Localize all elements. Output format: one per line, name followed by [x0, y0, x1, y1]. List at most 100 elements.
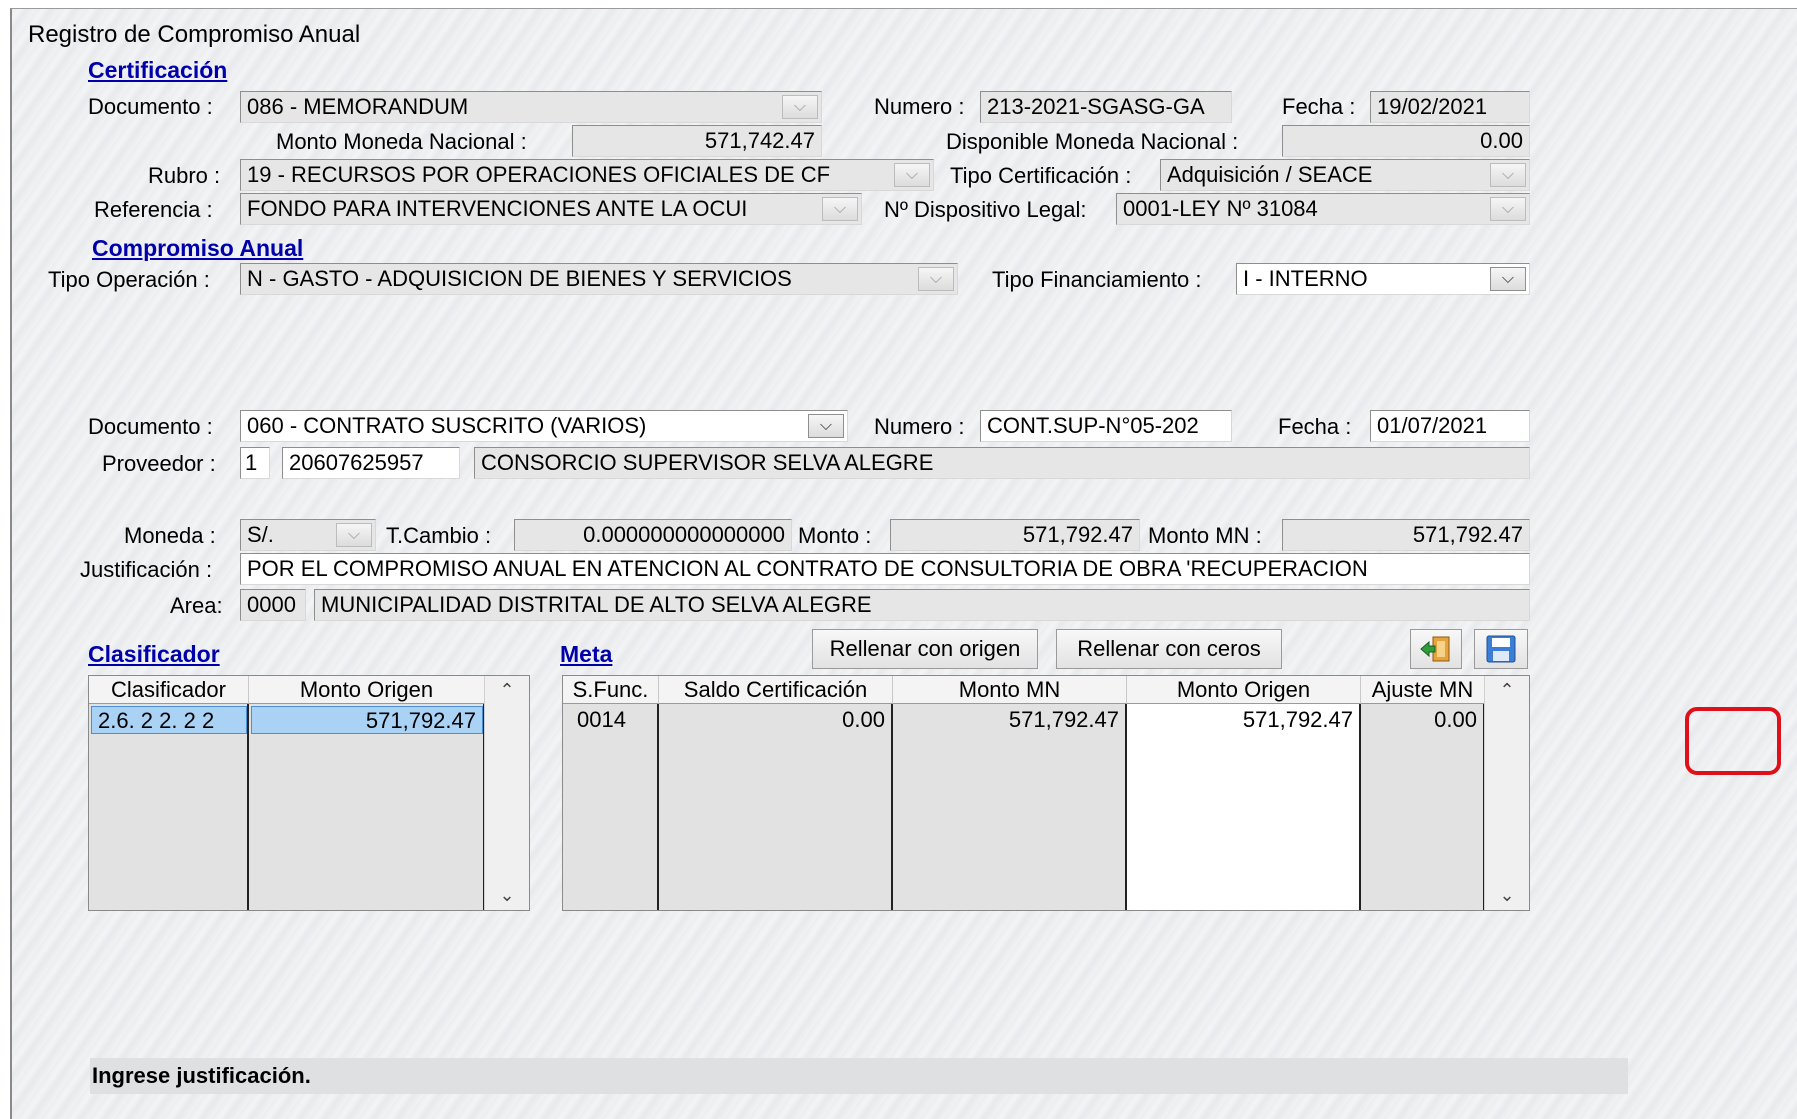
comp-documento-value: 060 - CONTRATO SUSCRITO (VARIOS) — [247, 413, 647, 438]
chevron-down-icon[interactable]: ⌵ — [782, 95, 818, 119]
clasificador-scrollbar[interactable]: ⌃ ⌄ — [484, 676, 529, 910]
chevron-down-icon[interactable]: ⌵ — [1490, 163, 1526, 187]
cert-tipo-combo[interactable]: Adquisición / SEACE ⌵ — [1160, 159, 1530, 191]
chevron-down-icon[interactable]: ⌵ — [822, 197, 858, 221]
meta-header-0[interactable]: S.Func. — [563, 676, 659, 704]
area-label: Area: — [170, 593, 223, 618]
monto-mn-field[interactable]: 571,792.47 — [1282, 519, 1530, 551]
cert-numero-label: Numero : — [874, 94, 965, 119]
meta-header-3[interactable]: Monto Origen — [1127, 676, 1361, 704]
meta-header-4[interactable]: Ajuste MN — [1361, 676, 1485, 704]
tipo-financiamiento-label: Tipo Financiamiento : — [992, 267, 1202, 292]
cert-rubro-label: Rubro : — [148, 163, 221, 188]
cert-monto-mn-field[interactable]: 571,742.47 — [572, 125, 822, 157]
proveedor-label: Proveedor : — [102, 451, 216, 476]
comp-numero-field[interactable]: CONT.SUP-N°05-202 — [980, 410, 1232, 442]
cert-tipo-value: Adquisición / SEACE — [1167, 162, 1373, 187]
comp-numero-label: Numero : — [874, 414, 965, 439]
cert-fecha-field[interactable]: 19/02/2021 — [1370, 91, 1530, 123]
justificacion-field[interactable]: POR EL COMPROMISO ANUAL EN ATENCION AL C… — [240, 553, 1530, 585]
rellenar-ceros-button[interactable]: Rellenar con ceros — [1056, 629, 1282, 669]
highlight-box — [1685, 707, 1781, 775]
clasificador-header-0[interactable]: Clasificador — [89, 676, 249, 704]
cert-numero-field[interactable]: 213-2021-SGASG-GA — [980, 91, 1232, 123]
table-row-cell[interactable]: 0.00 — [1363, 706, 1483, 734]
area-name-field[interactable]: MUNICIPALIDAD DISTRITAL DE ALTO SELVA AL… — [314, 589, 1530, 621]
clasificador-header-1[interactable]: Monto Origen — [249, 676, 485, 704]
chevron-down-icon[interactable]: ⌵ — [808, 414, 844, 438]
section-meta[interactable]: Meta — [560, 641, 612, 668]
comp-documento-combo[interactable]: 060 - CONTRATO SUSCRITO (VARIOS) ⌵ — [240, 410, 848, 442]
meta-header-2[interactable]: Monto MN — [893, 676, 1127, 704]
comp-fecha-label: Fecha : — [1278, 414, 1352, 439]
section-compromiso-anual[interactable]: Compromiso Anual — [92, 235, 303, 262]
exit-door-icon — [1420, 636, 1450, 662]
grid-column — [1361, 704, 1485, 910]
section-clasificador[interactable]: Clasificador — [88, 641, 220, 668]
cert-rubro-value: 19 - RECURSOS POR OPERACIONES OFICIALES … — [247, 162, 831, 187]
grid-column — [1127, 704, 1361, 910]
scroll-down-icon[interactable]: ⌄ — [1485, 885, 1529, 906]
proveedor-tipo-field[interactable]: 1 — [240, 447, 270, 479]
scroll-down-icon[interactable]: ⌄ — [485, 885, 529, 906]
cert-tipo-label: Tipo Certificación : — [950, 163, 1132, 188]
table-row-cell[interactable]: 0.00 — [661, 706, 891, 734]
table-row-cell[interactable]: 571,792.47 — [251, 706, 483, 734]
moneda-combo[interactable]: S/. ⌵ — [240, 519, 376, 551]
chevron-down-icon[interactable]: ⌵ — [894, 163, 930, 187]
tcambio-field[interactable]: 0.000000000000000 — [514, 519, 792, 551]
table-row-cell[interactable]: 2.6. 2 2. 2 2 — [91, 706, 247, 734]
window-title: Registro de Compromiso Anual — [28, 21, 361, 48]
rellenar-origen-button[interactable]: Rellenar con origen — [812, 629, 1038, 669]
cert-documento-combo[interactable]: 086 - MEMORANDUM ⌵ — [240, 91, 822, 123]
grid-column — [893, 704, 1127, 910]
cert-dispositivo-label: Nº Dispositivo Legal: — [884, 197, 1087, 222]
table-row-cell[interactable]: 571,792.47 — [895, 706, 1125, 734]
exit-door-icon[interactable] — [1410, 629, 1462, 669]
scroll-up-icon[interactable]: ⌃ — [485, 680, 529, 701]
cert-fecha-label: Fecha : — [1282, 94, 1356, 119]
meta-header-1[interactable]: Saldo Certificación — [659, 676, 893, 704]
section-certificacion[interactable]: Certificación — [88, 57, 227, 84]
chevron-down-icon[interactable]: ⌵ — [1490, 197, 1526, 221]
chevron-down-icon[interactable]: ⌵ — [336, 523, 372, 547]
floppy-save-icon — [1486, 635, 1516, 663]
cert-dispositivo-combo[interactable]: 0001-LEY Nº 31084 ⌵ — [1116, 193, 1530, 225]
meta-scrollbar[interactable]: ⌃ ⌄ — [1484, 676, 1529, 910]
cert-disponible-field[interactable]: 0.00 — [1282, 125, 1530, 157]
chevron-down-icon[interactable]: ⌵ — [918, 267, 954, 291]
meta-grid[interactable]: S.Func. Saldo Certificación Monto MN Mon… — [562, 675, 1530, 911]
cert-referencia-label: Referencia : — [94, 197, 213, 222]
tipo-financiamiento-value: I - INTERNO — [1243, 266, 1368, 291]
main-window: Registro de Compromiso Anual Certificaci… — [10, 8, 1797, 1119]
cert-referencia-combo[interactable]: FONDO PARA INTERVENCIONES ANTE LA OCUI ⌵ — [240, 193, 862, 225]
chevron-down-icon[interactable]: ⌵ — [1490, 267, 1526, 291]
table-row-cell[interactable]: 571,792.47 — [1129, 706, 1359, 734]
tcambio-label: T.Cambio : — [386, 523, 492, 548]
table-row-cell[interactable]: 0014 — [571, 706, 657, 734]
tipo-financiamiento-combo[interactable]: I - INTERNO ⌵ — [1236, 263, 1530, 295]
cert-referencia-value: FONDO PARA INTERVENCIONES ANTE LA OCUI — [247, 196, 748, 221]
moneda-label: Moneda : — [124, 523, 216, 548]
grid-column — [563, 704, 659, 910]
grid-column — [659, 704, 893, 910]
tipo-operacion-label: Tipo Operación : — [48, 267, 210, 292]
tipo-operacion-combo[interactable]: N - GASTO - ADQUISICION DE BIENES Y SERV… — [240, 263, 958, 295]
tipo-operacion-value: N - GASTO - ADQUISICION DE BIENES Y SERV… — [247, 266, 792, 291]
proveedor-nombre-field[interactable]: CONSORCIO SUPERVISOR SELVA ALEGRE — [474, 447, 1530, 479]
monto-mn-label: Monto MN : — [1148, 523, 1262, 548]
scroll-up-icon[interactable]: ⌃ — [1485, 680, 1529, 701]
moneda-value: S/. — [247, 522, 274, 547]
clasificador-grid[interactable]: Clasificador Monto Origen 2.6. 2 2. 2 2 … — [88, 675, 530, 911]
cert-documento-label: Documento : — [88, 94, 213, 119]
monto-field[interactable]: 571,792.47 — [890, 519, 1140, 551]
proveedor-ruc-field[interactable]: 20607625957 — [282, 447, 460, 479]
floppy-save-icon[interactable] — [1474, 629, 1528, 669]
comp-fecha-field[interactable]: 01/07/2021 — [1370, 410, 1530, 442]
area-code-field[interactable]: 0000 — [240, 589, 306, 621]
comp-documento-label: Documento : — [88, 414, 213, 439]
status-bar: Ingrese justificación. — [90, 1058, 1628, 1094]
cert-rubro-combo[interactable]: 19 - RECURSOS POR OPERACIONES OFICIALES … — [240, 159, 934, 191]
cert-monto-mn-label: Monto Moneda Nacional : — [276, 129, 527, 154]
cert-dispositivo-value: 0001-LEY Nº 31084 — [1123, 196, 1318, 221]
